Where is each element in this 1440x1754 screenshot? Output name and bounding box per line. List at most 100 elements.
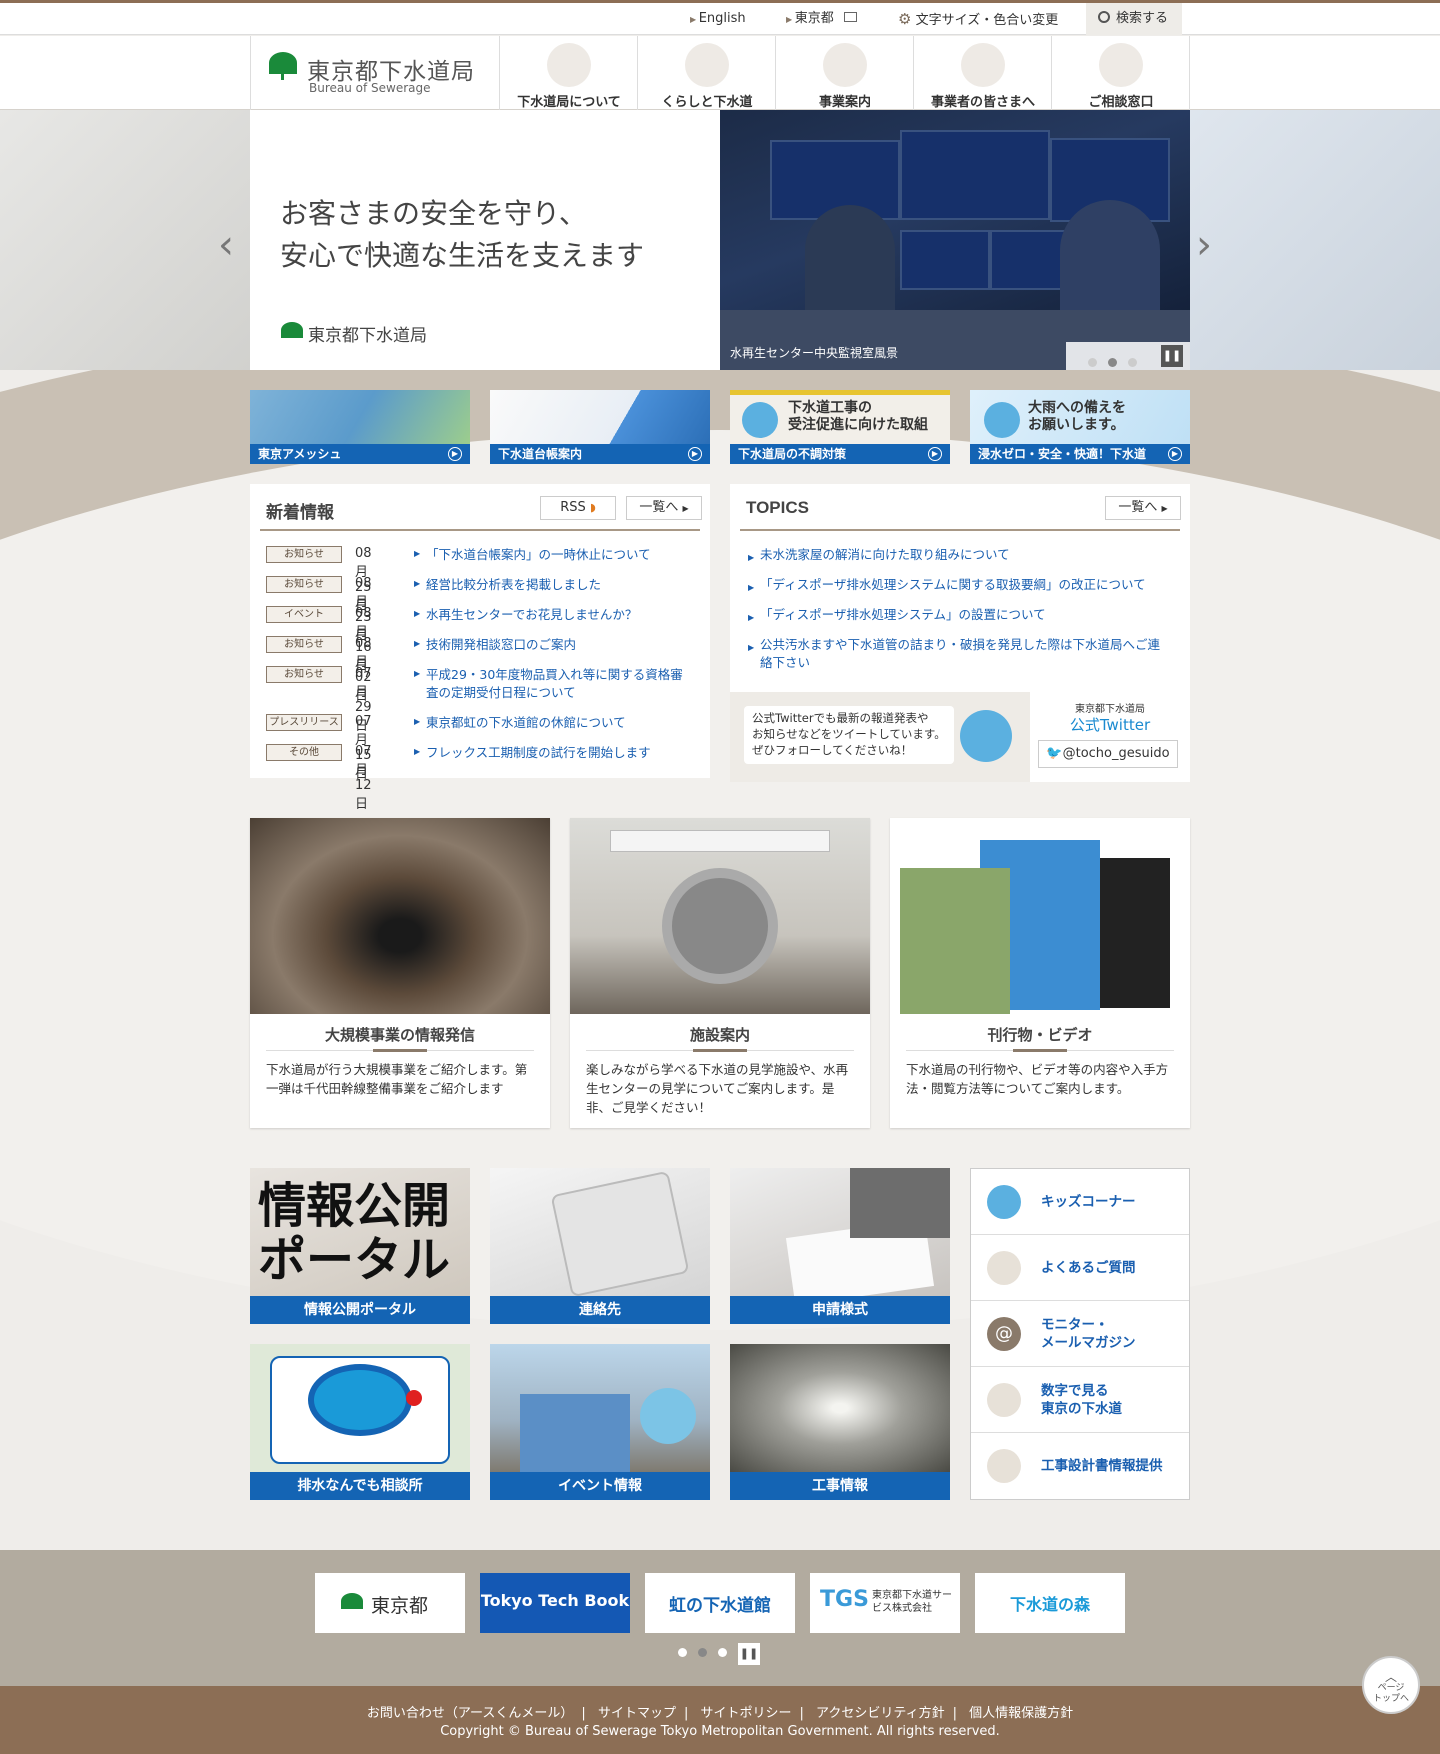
external-window-icon xyxy=(843,12,857,22)
partner-techbook[interactable]: Tokyo Tech Book xyxy=(480,1573,630,1633)
news-tag: お知らせ xyxy=(266,666,342,683)
logo-subtitle: Bureau of Sewerage xyxy=(309,81,431,95)
feature-large-projects[interactable]: 大規模事業の情報発信 下水道局が行う大規模事業をご紹介します。第一弾は千代田幹線… xyxy=(250,818,550,1128)
sidelink-kids[interactable]: キッズコーナー xyxy=(971,1169,1189,1235)
news-link[interactable]: 東京都虹の下水道館の休館について xyxy=(426,714,686,732)
tile-drainage-consult[interactable]: 排水なんでも相談所 xyxy=(250,1344,470,1500)
feature-title: 大規模事業の情報発信 xyxy=(324,1026,475,1044)
hero-dot-2[interactable] xyxy=(1108,358,1117,367)
feature-title: 刊行物・ビデオ xyxy=(987,1026,1093,1044)
hero-carousel: お客さまの安全を守り、 安心で快適な生活を支えます 東京都下水道局 水再生センタ… xyxy=(0,110,1440,370)
hero-dot-3[interactable] xyxy=(1128,358,1137,367)
mascot-icon xyxy=(987,1185,1021,1219)
english-link[interactable]: ▶ English xyxy=(690,3,746,35)
sidelink-label: キッズコーナー xyxy=(1041,1194,1136,1210)
banner-construction[interactable]: 下水道工事の 受注促進に向けた取組 下水道局の不調対策 ▶ xyxy=(730,390,950,464)
tile-forms[interactable]: 申請様式 xyxy=(730,1168,950,1324)
font-size-link[interactable]: ⚙ 文字サイズ・色合い変更 xyxy=(898,3,1058,35)
sidelink-monitor[interactable]: @ モニター・ メールマガジン xyxy=(971,1301,1189,1367)
arrow-circle-icon: ▶ xyxy=(1168,447,1182,461)
tile-info-portal[interactable]: 情報公開 ポータル 情報公開ポータル xyxy=(250,1168,470,1324)
nav-business[interactable]: 事業案内 xyxy=(777,36,914,110)
sidelink-numbers[interactable]: 数字で見る 東京の下水道 xyxy=(971,1367,1189,1433)
person-desk-icon xyxy=(1099,43,1143,87)
hero-headline: お客さまの安全を守り、 安心で快適な生活を支えます xyxy=(280,194,644,278)
banner-ledger-label: 下水道台帳案内 xyxy=(498,447,583,461)
topic-link[interactable]: ▶ 公共汚水ますや下水道管の詰まり・破損を発見した際は下水道局へご連絡下さい xyxy=(748,636,1168,672)
sidelink-faq[interactable]: よくあるご質問 xyxy=(971,1235,1189,1301)
hero-pause-button[interactable]: ❚❚ xyxy=(1161,345,1183,367)
news-link[interactable]: 「下水道台帳案内」の一時休止について xyxy=(426,546,686,564)
news-link[interactable]: 経営比較分析表を掲載しました xyxy=(426,576,686,594)
hero-dot-1[interactable] xyxy=(1088,358,1097,367)
partner-dot-1[interactable] xyxy=(678,1648,687,1657)
partner-pause-button[interactable]: ❚❚ xyxy=(738,1643,760,1665)
partner-dot-3[interactable] xyxy=(718,1648,727,1657)
partner-dot-2[interactable] xyxy=(698,1648,707,1657)
footer-link-contact[interactable]: お問い合わせ（アースくんメール） xyxy=(367,1706,574,1721)
news-link[interactable]: フレックス工期制度の試行を開始します xyxy=(426,744,686,762)
people-group xyxy=(520,1394,630,1472)
tile-construction[interactable]: 工事情報 xyxy=(730,1344,950,1500)
partner-label: 下水道の森 xyxy=(1009,1595,1090,1614)
gear-icon: ⚙ xyxy=(898,10,912,28)
ginkgo-icon xyxy=(341,1593,363,1609)
partner-tgs[interactable]: TGS 東京都下水道サービス株式会社 xyxy=(810,1573,960,1633)
mascot-icon xyxy=(984,402,1020,438)
booklet xyxy=(1090,858,1170,1008)
twitter-org: 東京都下水道局 xyxy=(1075,704,1145,715)
tile-contacts[interactable]: 連絡先 xyxy=(490,1168,710,1324)
banner-ledger[interactable]: 下水道台帳案内 ▶ xyxy=(490,390,710,464)
topic-link[interactable]: ▶ 「ディスポーザ排水処理システムに関する取扱要綱」の改正について xyxy=(748,576,1168,594)
hero-next-slide-image xyxy=(1190,110,1440,370)
ginkgo-stem-icon xyxy=(281,72,284,80)
nav-about[interactable]: 下水道局について xyxy=(501,36,638,110)
tunnel-construction-image xyxy=(730,1344,950,1472)
nav-consult[interactable]: ご相談窓口 xyxy=(1053,36,1190,110)
tile-events[interactable]: イベント情報 xyxy=(490,1344,710,1500)
booklet xyxy=(900,868,1010,1014)
partner-pagination: ❚❚ xyxy=(678,1642,760,1665)
banner-construction-text: 下水道工事の 受注促進に向けた取組 xyxy=(788,400,928,433)
red-dot xyxy=(406,1390,422,1406)
banner-amesh[interactable]: 東京アメッシュ ▶ xyxy=(250,390,470,464)
news-list-button[interactable]: 一覧へ ▶ xyxy=(626,496,702,520)
feature-publications[interactable]: 刊行物・ビデオ 下水道局の刊行物や、ビデオ等の内容や入手方法・閲覧方法等について… xyxy=(890,818,1190,1128)
topic-link[interactable]: ▶ 「ディスポーザ排水処理システム」の設置について xyxy=(748,606,1168,624)
partner-forest[interactable]: 下水道の森 xyxy=(975,1573,1125,1633)
nav-life[interactable]: くらしと下水道 xyxy=(639,36,776,110)
nav-consult-label: ご相談窓口 xyxy=(1088,95,1154,110)
feature-facilities[interactable]: 施設案内 楽しみながら学べる下水道の見学施設や、水再生センターの見学についてご案… xyxy=(570,818,870,1128)
twitter-handle-button[interactable]: 🐦@tocho_gesuido xyxy=(1038,740,1178,768)
news-link[interactable]: 平成29・30年度物品買入れ等に関する資格審査の定期受付日程について xyxy=(426,666,686,702)
feature-text: 下水道局の刊行物や、ビデオ等の内容や入手方法・閲覧方法等についてご案内します。 xyxy=(906,1062,1169,1096)
topics-rule xyxy=(740,529,1180,531)
rss-button[interactable]: RSS ◗ xyxy=(540,496,616,520)
page-top-button[interactable]: ︿ ページ トップへ xyxy=(1362,1656,1420,1714)
footer-link-policy[interactable]: サイトポリシー xyxy=(700,1706,791,1721)
footer-link-accessibility[interactable]: アクセシビリティ方針 xyxy=(816,1706,945,1721)
document-pen-icon xyxy=(823,43,867,87)
side-links: キッズコーナー よくあるご質問 @ モニター・ メールマガジン 数字で見る 東京の… xyxy=(970,1168,1190,1500)
nav-operators[interactable]: 事業者の皆さまへ xyxy=(915,36,1052,110)
partner-tokyo[interactable]: 東京都 xyxy=(315,1573,465,1633)
footer-link-sitemap[interactable]: サイトマップ xyxy=(598,1706,676,1721)
topics-list-button[interactable]: 一覧へ ▶ xyxy=(1105,496,1181,520)
site-logo[interactable]: 東京都下水道局 Bureau of Sewerage xyxy=(250,36,500,110)
feature-text: 楽しみながら学べる下水道の見学施設や、水再生センターの見学についてご案内します。… xyxy=(586,1062,849,1115)
hero-next-arrow[interactable]: › xyxy=(1196,222,1212,268)
portal-image: 情報公開 ポータル xyxy=(250,1168,470,1296)
hero-prev-arrow[interactable]: ‹ xyxy=(218,222,234,268)
nav-operators-label: 事業者の皆さまへ xyxy=(930,95,1035,110)
partner-rainbow-museum[interactable]: 虹の下水道館 xyxy=(645,1573,795,1633)
banner-heavyrain[interactable]: 大雨への備えを お願いします。 浸水ゼロ・安全・快適！下水道 ▶ xyxy=(970,390,1190,464)
nav-business-label: 事業案内 xyxy=(818,95,871,110)
search-button[interactable]: 検索する xyxy=(1086,3,1183,35)
news-link[interactable]: 水再生センターでお花見しませんか？ xyxy=(426,606,686,624)
sidelink-label: モニター・ メールマガジン xyxy=(1041,1317,1136,1351)
tokyo-link[interactable]: ▶ 東京都 xyxy=(786,3,857,35)
footer-link-privacy[interactable]: 個人情報保護方針 xyxy=(969,1706,1073,1721)
news-link[interactable]: 技術開発相談窓口のご案内 xyxy=(426,636,686,654)
topic-link[interactable]: ▶ 未水洗家屋の解消に向けた取り組みについて xyxy=(748,546,1168,564)
sidelink-design-docs[interactable]: 工事設計書情報提供 xyxy=(971,1433,1189,1499)
